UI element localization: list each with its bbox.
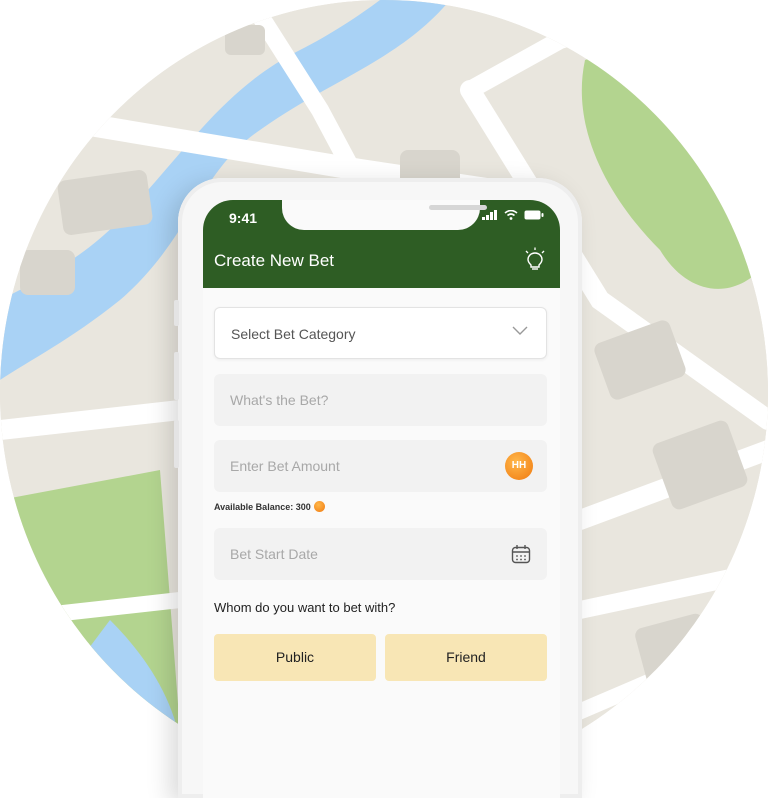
wifi-icon xyxy=(504,210,518,220)
phone-mockup: 9:41 Create New Bet Select Bet Category … xyxy=(178,178,582,798)
signal-icon xyxy=(482,210,497,220)
coin-icon: HH xyxy=(505,452,533,480)
calendar-icon[interactable] xyxy=(511,544,531,564)
phone-volume-down-button xyxy=(174,420,179,468)
public-option-button[interactable]: Public xyxy=(214,634,376,681)
available-balance-text: Available Balance: 300 xyxy=(214,501,311,512)
lightbulb-icon[interactable] xyxy=(524,247,546,273)
phone-notch xyxy=(282,200,487,230)
bet-description-placeholder: What's the Bet? xyxy=(230,392,329,408)
bet-with-question: Whom do you want to bet with? xyxy=(214,600,396,615)
bet-start-date-input[interactable]: Bet Start Date xyxy=(214,528,547,580)
friend-option-button[interactable]: Friend xyxy=(385,634,547,681)
bet-start-date-placeholder: Bet Start Date xyxy=(230,546,318,562)
page-title: Create New Bet xyxy=(214,251,334,270)
speaker-grille xyxy=(429,205,487,210)
app-screen: 9:41 Create New Bet Select Bet Category … xyxy=(203,200,560,798)
status-time: 9:41 xyxy=(229,210,258,226)
battery-icon xyxy=(524,210,544,220)
chevron-down-icon xyxy=(512,326,528,335)
phone-side-button xyxy=(174,300,179,326)
bet-amount-input[interactable]: Enter Bet Amount HH xyxy=(214,440,547,492)
bet-amount-placeholder: Enter Bet Amount xyxy=(230,458,340,474)
app-header: 9:41 Create New Bet xyxy=(203,200,560,288)
bet-category-value: Select Bet Category xyxy=(231,326,356,342)
available-balance: Available Balance: 300 xyxy=(214,501,325,512)
phone-volume-up-button xyxy=(174,352,179,400)
bet-category-select[interactable]: Select Bet Category xyxy=(214,307,547,359)
bet-description-input[interactable]: What's the Bet? xyxy=(214,374,547,426)
coin-icon xyxy=(313,501,325,512)
status-icons xyxy=(482,210,544,220)
